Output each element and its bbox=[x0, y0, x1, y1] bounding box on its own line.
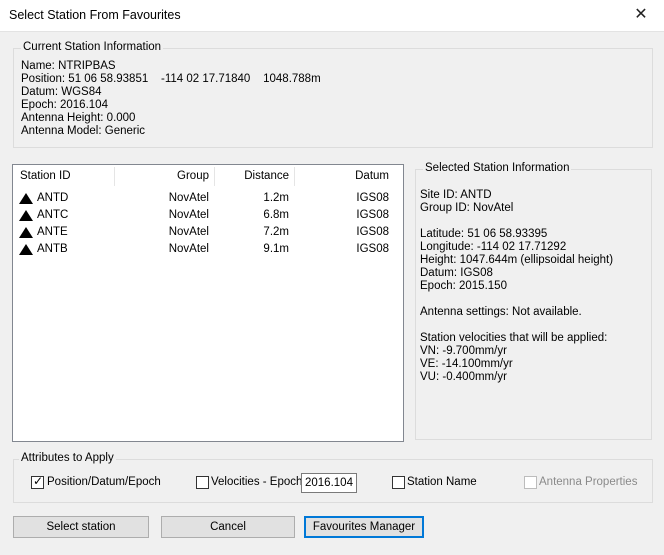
velocities-label[interactable]: Velocities - Epoch: bbox=[211, 476, 306, 488]
station-list[interactable]: Station ID Group Distance Datum ANTD Nov… bbox=[12, 164, 404, 442]
current-datum: Datum: WGS84 bbox=[21, 86, 102, 98]
antenna-settings-text: Antenna settings: Not available. bbox=[420, 306, 582, 318]
velocity-vu: VU: -0.400mm/yr bbox=[420, 371, 507, 383]
selected-datum: Datum: IGS08 bbox=[420, 267, 493, 279]
window-title: Select Station From Favourites bbox=[9, 8, 181, 22]
selected-station-title: Selected Station Information bbox=[423, 162, 572, 174]
close-button[interactable]: ✕ bbox=[618, 0, 664, 31]
current-station-title: Current Station Information bbox=[21, 41, 164, 53]
table-row[interactable]: ANTE NovAtel 7.2m IGS08 bbox=[13, 224, 403, 241]
row-distance: 7.2m bbox=[263, 226, 289, 238]
select-station-button[interactable]: Select station bbox=[13, 516, 149, 538]
selected-longitude: Longitude: -114 02 17.71292 bbox=[420, 241, 567, 253]
table-row[interactable]: ANTD NovAtel 1.2m IGS08 bbox=[13, 190, 403, 207]
table-row[interactable]: ANTB NovAtel 9.1m IGS08 bbox=[13, 241, 403, 258]
selected-epoch: Epoch: 2015.150 bbox=[420, 280, 507, 292]
row-group: NovAtel bbox=[168, 226, 209, 238]
triangle-station-icon bbox=[19, 227, 33, 238]
row-datum: IGS08 bbox=[356, 226, 389, 238]
row-station-id: ANTB bbox=[37, 243, 68, 255]
column-station-id[interactable]: Station ID bbox=[20, 165, 71, 188]
velocities-epoch-input[interactable]: 2016.104 bbox=[301, 473, 357, 493]
cancel-button[interactable]: Cancel bbox=[161, 516, 295, 538]
antenna-properties-checkbox[interactable] bbox=[524, 476, 537, 489]
current-position: Position: 51 06 58.93851 -114 02 17.7184… bbox=[21, 73, 321, 85]
favourites-manager-button[interactable]: Favourites Manager bbox=[304, 516, 424, 538]
current-station-group: Current Station Information Name: NTRIPB… bbox=[13, 41, 653, 148]
column-datum[interactable]: Datum bbox=[295, 165, 389, 188]
row-station-id: ANTC bbox=[37, 209, 69, 221]
title-bar: Select Station From Favourites ✕ bbox=[0, 0, 664, 32]
velocities-header: Station velocities that will be applied: bbox=[420, 332, 608, 344]
row-group: NovAtel bbox=[168, 243, 209, 255]
row-station-id: ANTD bbox=[37, 192, 69, 204]
selected-height: Height: 1047.644m (ellipsoidal height) bbox=[420, 254, 614, 266]
current-epoch: Epoch: 2016.104 bbox=[21, 99, 108, 111]
station-name-label[interactable]: Station Name bbox=[407, 476, 477, 488]
selected-group-id: Group ID: NovAtel bbox=[420, 202, 514, 214]
triangle-station-icon bbox=[19, 244, 33, 255]
current-name: Name: NTRIPBAS bbox=[21, 60, 116, 72]
velocity-ve: VE: -14.100mm/yr bbox=[420, 358, 513, 370]
velocity-vn: VN: -9.700mm/yr bbox=[420, 345, 507, 357]
attributes-title: Attributes to Apply bbox=[19, 452, 116, 464]
selected-site-id: Site ID: ANTD bbox=[420, 189, 492, 201]
row-datum: IGS08 bbox=[356, 243, 389, 255]
row-group: NovAtel bbox=[168, 192, 209, 204]
row-distance: 1.2m bbox=[263, 192, 289, 204]
triangle-station-icon bbox=[19, 193, 33, 204]
close-icon: ✕ bbox=[634, 6, 648, 23]
row-distance: 6.8m bbox=[263, 209, 289, 221]
checkmark-icon: ✓ bbox=[33, 474, 44, 488]
column-distance[interactable]: Distance bbox=[215, 165, 289, 188]
table-row[interactable]: ANTC NovAtel 6.8m IGS08 bbox=[13, 207, 403, 224]
row-station-id: ANTE bbox=[37, 226, 68, 238]
position-datum-epoch-checkbox[interactable]: ✓ bbox=[31, 474, 44, 489]
selected-latitude: Latitude: 51 06 58.93395 bbox=[420, 228, 548, 240]
row-distance: 9.1m bbox=[263, 243, 289, 255]
velocities-checkbox[interactable] bbox=[196, 476, 209, 489]
row-group: NovAtel bbox=[168, 209, 209, 221]
column-group[interactable]: Group bbox=[115, 165, 209, 188]
list-header: Station ID Group Distance Datum bbox=[13, 165, 403, 188]
current-antenna-height: Antenna Height: 0.000 bbox=[21, 112, 136, 124]
triangle-station-icon bbox=[19, 210, 33, 221]
current-antenna-model: Antenna Model: Generic bbox=[21, 125, 146, 137]
selected-station-group: Selected Station Information Site ID: AN… bbox=[415, 162, 652, 440]
antenna-properties-label[interactable]: Antenna Properties bbox=[539, 476, 637, 488]
station-name-checkbox[interactable] bbox=[392, 476, 405, 489]
row-datum: IGS08 bbox=[356, 209, 389, 221]
position-datum-epoch-label[interactable]: Position/Datum/Epoch bbox=[47, 476, 161, 488]
row-datum: IGS08 bbox=[356, 192, 389, 204]
